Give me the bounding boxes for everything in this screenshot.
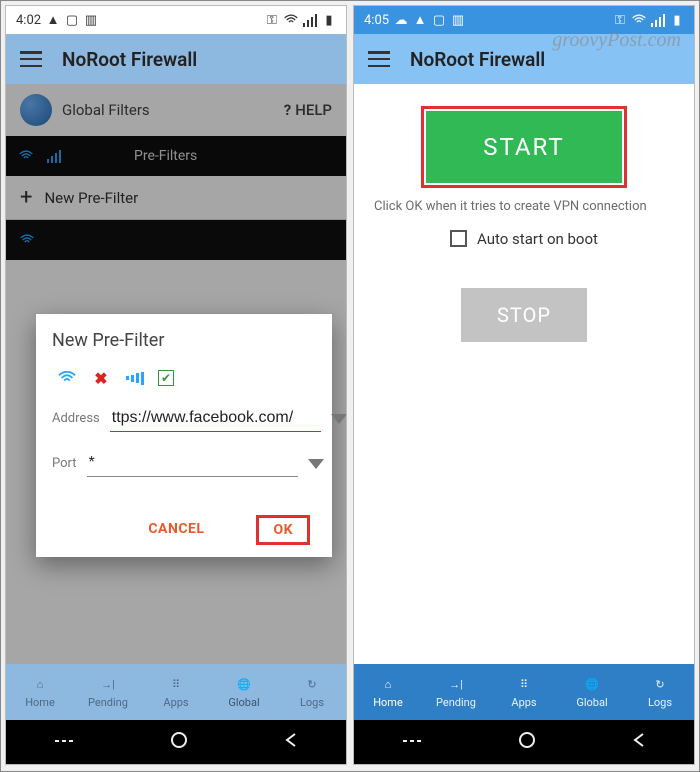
signal-icon [303,13,317,27]
instruction-text: Click OK when it tries to create VPN con… [354,198,667,216]
new-prefilter-dialog: New Pre-Filter ✖ ✔ Address [36,314,332,557]
phone-left: 4:02 ▲ ▢ ▥ ⚿ ▮ NoRoot Firewall [5,5,347,765]
picture-icon: ▢ [432,13,446,27]
recent-apps-button[interactable] [53,733,75,752]
port-input[interactable] [87,450,298,477]
cloud-icon: ☁ [394,13,408,27]
nav-home[interactable]: ⌂ Home [354,664,422,720]
home-icon: ⌂ [378,676,398,694]
bottom-nav: ⌂ Home →| Pending ⠿ Apps 🌐 Global ↻ Logs [354,664,694,720]
nav-label: Global [576,696,607,709]
logs-icon: ↻ [302,676,322,694]
chevron-down-icon[interactable] [331,414,347,424]
vpn-key-icon: ⚿ [265,13,279,27]
nav-pending[interactable]: →| Pending [74,664,142,720]
auto-start-checkbox[interactable] [450,230,467,247]
auto-start-row[interactable]: Auto start on boot [450,230,598,248]
status-bar: 4:05 ☁ ▲ ▢ ▥ ⚿ ▮ [354,6,694,34]
app-bar: NoRoot Firewall [354,34,694,84]
app-bar: NoRoot Firewall [6,34,346,84]
dialog-title: New Pre-Filter [52,330,316,351]
nav-logs[interactable]: ↻ Logs [278,664,346,720]
nav-global[interactable]: 🌐 Global [210,664,278,720]
nav-label: Pending [88,696,128,709]
status-bar: 4:02 ▲ ▢ ▥ ⚿ ▮ [6,6,346,34]
pending-icon: →| [446,676,466,694]
globe-icon: 🌐 [582,676,602,694]
fire-icon: ▲ [46,13,60,27]
nav-label: Apps [163,696,188,709]
picture-icon-2: ▥ [84,13,98,27]
battery-icon: ▮ [322,13,336,27]
fire-icon: ▲ [413,13,427,27]
back-button[interactable] [631,732,647,752]
nav-pending[interactable]: →| Pending [422,664,490,720]
start-button[interactable]: START [426,111,622,183]
clock-text: 4:05 [364,13,389,28]
bottom-nav: ⌂ Home →| Pending ⠿ Apps 🌐 Global ↻ Logs [6,664,346,720]
home-button[interactable] [169,730,189,754]
signal-icon[interactable] [124,369,146,387]
nav-global[interactable]: 🌐 Global [558,664,626,720]
nav-label: Pending [436,696,476,709]
ok-button[interactable]: OK [256,515,310,545]
hamburger-icon[interactable] [368,51,390,67]
battery-icon: ▮ [670,13,684,27]
apps-icon: ⠿ [514,676,534,694]
app-title: NoRoot Firewall [62,48,197,71]
home-button[interactable] [517,730,537,754]
system-nav-bar [354,720,694,764]
nav-label: Home [25,696,55,709]
phone-right: 4:05 ☁ ▲ ▢ ▥ ⚿ ▮ NoRoot Firewall [353,5,695,765]
chevron-down-icon[interactable] [308,459,324,469]
address-label: Address [52,411,100,426]
recent-apps-button[interactable] [401,733,423,752]
nav-label: Logs [648,696,672,709]
pending-icon: →| [98,676,118,694]
wifi-icon[interactable] [56,369,78,387]
nav-label: Logs [300,696,324,709]
picture-icon: ▢ [65,13,79,27]
stop-button[interactable]: STOP [461,288,587,342]
nav-apps[interactable]: ⠿ Apps [142,664,210,720]
cancel-button[interactable]: CANCEL [136,515,216,545]
globe-icon: 🌐 [234,676,254,694]
nav-label: Home [373,696,403,709]
port-label: Port [52,456,77,471]
nav-logs[interactable]: ↻ Logs [626,664,694,720]
block-icon[interactable]: ✖ [90,369,112,387]
allow-icon[interactable]: ✔ [158,370,174,386]
auto-start-label: Auto start on boot [477,230,598,248]
signal-icon [651,13,665,27]
clock-text: 4:02 [16,13,41,28]
nav-label: Apps [511,696,536,709]
app-title: NoRoot Firewall [410,48,545,71]
system-nav-bar [6,720,346,764]
nav-home[interactable]: ⌂ Home [6,664,74,720]
nav-apps[interactable]: ⠿ Apps [490,664,558,720]
protocol-selector-row: ✖ ✔ [52,369,316,387]
picture-icon-2: ▥ [451,13,465,27]
apps-icon: ⠿ [166,676,186,694]
logs-icon: ↻ [650,676,670,694]
wifi-icon [632,13,646,27]
vpn-key-icon: ⚿ [613,13,627,27]
home-icon: ⌂ [30,676,50,694]
wifi-icon [284,13,298,27]
hamburger-icon[interactable] [20,51,42,67]
back-button[interactable] [283,732,299,752]
nav-label: Global [228,696,259,709]
address-input[interactable] [110,405,321,432]
start-highlight-box: START [421,106,627,188]
